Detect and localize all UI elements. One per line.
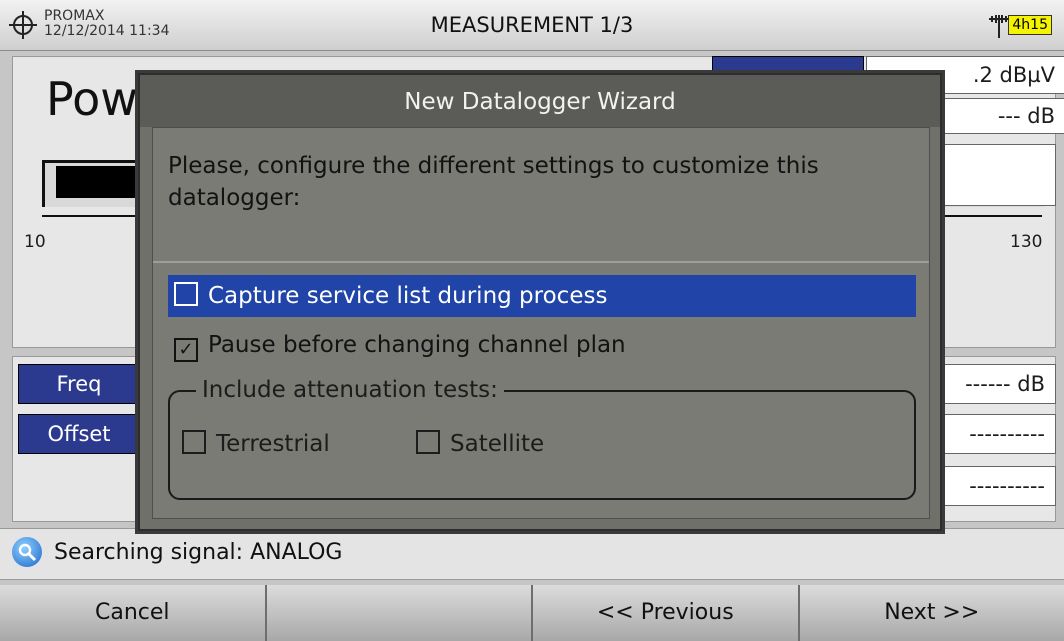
previous-button[interactable]: << Previous (533, 585, 800, 641)
next-button[interactable]: Next >> (799, 585, 1064, 641)
option-label: Capture service list during process (208, 283, 608, 309)
screen-title: MEASUREMENT 1/3 (430, 13, 634, 37)
cancel-button[interactable]: Cancel (0, 585, 267, 641)
measurement-title: Pow (46, 72, 138, 126)
top-bar: PROMAX 12/12/2014 11:34 MEASUREMENT 1/3 … (0, 0, 1064, 51)
checkbox-checked-icon[interactable]: ✓ (174, 338, 198, 362)
status-text: Searching signal: ANALOG (54, 540, 343, 565)
attenuation-tests-group: Include attenuation tests: Terrestrial S… (168, 376, 916, 500)
option-label: Terrestrial (216, 431, 330, 457)
empty-softkey[interactable] (266, 585, 533, 641)
value-box (940, 144, 1056, 206)
capture-service-list-option[interactable]: Capture service list during process (168, 275, 916, 317)
dialog-title: New Datalogger Wizard (140, 75, 940, 127)
attenuation-legend: Include attenuation tests: (196, 376, 504, 404)
divider (153, 261, 929, 263)
freq-button[interactable]: Freq (18, 364, 140, 404)
satellite-option[interactable]: Satellite (410, 430, 544, 458)
scale-min: 10 (24, 232, 46, 252)
checkbox-unchecked-icon[interactable] (174, 282, 198, 306)
option-label: Satellite (450, 431, 545, 457)
offset-button[interactable]: Offset (18, 414, 140, 454)
checkbox-unchecked-icon[interactable] (416, 430, 440, 454)
search-icon (12, 537, 42, 567)
checkbox-unchecked-icon[interactable] (182, 430, 206, 454)
offset-value: ---------- (940, 414, 1056, 454)
option-label: Pause before changing channel plan (208, 332, 626, 358)
dialog-body: Please, configure the different settings… (152, 127, 930, 519)
softkey-bar: Cancel << Previous Next >> (0, 585, 1064, 641)
freq-value: ------ dB (940, 364, 1056, 404)
scale-max: 130 (1010, 232, 1043, 252)
battery-indicator: 4h15 (1008, 15, 1052, 35)
terrestrial-option[interactable]: Terrestrial (176, 430, 330, 458)
pause-before-channel-plan-option[interactable]: ✓ Pause before changing channel plan (168, 324, 916, 366)
datalogger-wizard-dialog: New Datalogger Wizard Please, configure … (138, 73, 942, 531)
dialog-message: Please, configure the different settings… (168, 153, 819, 211)
extra-value: ---------- (940, 466, 1056, 506)
